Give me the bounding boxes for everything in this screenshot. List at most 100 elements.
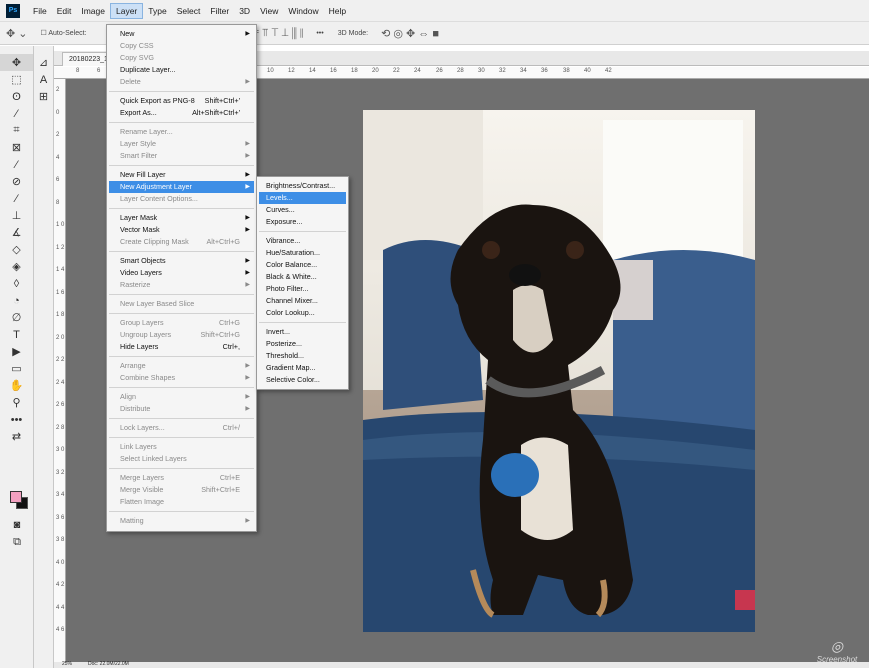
move-tool-preset-icon[interactable]: ✥ ⌄ bbox=[6, 27, 28, 40]
menu-type[interactable]: Type bbox=[143, 3, 171, 19]
more-tools-icon[interactable]: ••• bbox=[0, 411, 33, 428]
menu-item-ungroup-layers[interactable]: Ungroup Layers Shift+Ctrl+G bbox=[109, 329, 254, 341]
screen-mode-icon[interactable]: ⧉ bbox=[0, 534, 34, 551]
menu-window[interactable]: Window bbox=[283, 3, 323, 19]
ruler-tick-label: 3 0 bbox=[56, 447, 65, 453]
magic-wand-icon[interactable]: ⁄ bbox=[0, 105, 33, 122]
menu-item-merge-visible[interactable]: Merge Visible Shift+Ctrl+E bbox=[109, 484, 254, 496]
menu-item-video-layers[interactable]: Video Layers ▶ bbox=[109, 267, 254, 279]
blur-icon[interactable]: ◊ bbox=[0, 275, 33, 292]
zoom-icon[interactable]: ⚲ bbox=[0, 394, 33, 411]
eraser-icon[interactable]: ◇ bbox=[0, 241, 33, 258]
foreground-color-swatch[interactable] bbox=[10, 491, 22, 503]
menu-item-new-layer-based-slice[interactable]: New Layer Based Slice bbox=[109, 298, 254, 310]
menu-item-rename-layer[interactable]: Rename Layer... bbox=[109, 126, 254, 138]
menu-item-link-layers[interactable]: Link Layers bbox=[109, 441, 254, 453]
artboard-icon[interactable]: ⊿ bbox=[34, 54, 53, 71]
dodge-icon[interactable]: ◔ bbox=[0, 292, 33, 309]
submenu-item-photo-filter[interactable]: Photo Filter... bbox=[259, 283, 346, 295]
submenu-item-exposure[interactable]: Exposure... bbox=[259, 216, 346, 228]
menu-item-rasterize[interactable]: Rasterize ▶ bbox=[109, 279, 254, 291]
submenu-item-invert[interactable]: Invert... bbox=[259, 326, 346, 338]
text-icon[interactable]: A bbox=[34, 71, 53, 88]
submenu-item-gradient-map[interactable]: Gradient Map... bbox=[259, 362, 346, 374]
submenu-item-curves[interactable]: Curves... bbox=[259, 204, 346, 216]
menu-item-combine-shapes[interactable]: Combine Shapes ▶ bbox=[109, 372, 254, 384]
menu-item-new-adjustment-layer[interactable]: New Adjustment Layer ▶ bbox=[109, 181, 254, 193]
lasso-icon[interactable]: ʘ bbox=[0, 88, 33, 105]
menu-file[interactable]: File bbox=[28, 3, 52, 19]
submenu-item-vibrance[interactable]: Vibrance... bbox=[259, 235, 346, 247]
menu-item-hide-layers[interactable]: Hide Layers Ctrl+, bbox=[109, 341, 254, 353]
menu-item-smart-filter[interactable]: Smart Filter ▶ bbox=[109, 150, 254, 162]
marquee-icon[interactable]: ⬚ bbox=[0, 71, 33, 88]
menu-item-label: Merge Visible bbox=[120, 485, 164, 494]
menu-filter[interactable]: Filter bbox=[205, 3, 234, 19]
menu-item-matting[interactable]: Matting ▶ bbox=[109, 515, 254, 527]
menu-item-copy-svg[interactable]: Copy SVG bbox=[109, 52, 254, 64]
clone-stamp-icon[interactable]: ⊥ bbox=[0, 207, 33, 224]
frame-tool-icon[interactable]: ⊠ bbox=[0, 139, 33, 156]
menu-item-align[interactable]: Align ▶ bbox=[109, 391, 254, 403]
menu-item-label: Video Layers bbox=[120, 268, 162, 277]
swap-colors-icon[interactable]: ⇄ bbox=[0, 428, 33, 445]
menu-item-arrange[interactable]: Arrange ▶ bbox=[109, 360, 254, 372]
submenu-item-selective-color[interactable]: Selective Color... bbox=[259, 374, 346, 386]
submenu-item-black-white[interactable]: Black & White... bbox=[259, 271, 346, 283]
photoshop-logo-icon[interactable]: Ps bbox=[6, 3, 20, 18]
menu-item-create-clipping-mask[interactable]: Create Clipping Mask Alt+Ctrl+G bbox=[109, 236, 254, 248]
menu-item-group-layers[interactable]: Group Layers Ctrl+G bbox=[109, 317, 254, 329]
menu-select[interactable]: Select bbox=[172, 3, 206, 19]
menu-item-new[interactable]: New ▶ bbox=[109, 28, 254, 40]
submenu-item-color-lookup[interactable]: Color Lookup... bbox=[259, 307, 346, 319]
menu-item-vector-mask[interactable]: Vector Mask ▶ bbox=[109, 224, 254, 236]
menu-item-quick-export-as-png-8[interactable]: Quick Export as PNG-8 Shift+Ctrl+' bbox=[109, 95, 254, 107]
submenu-item-brightness-contrast[interactable]: Brightness/Contrast... bbox=[259, 180, 346, 192]
history-brush-icon[interactable]: ∡ bbox=[0, 224, 33, 241]
menu-item-shortcut: Alt+Ctrl+G bbox=[206, 237, 240, 246]
menu-item-distribute[interactable]: Distribute ▶ bbox=[109, 403, 254, 415]
quick-mask-icon[interactable]: ◙ bbox=[0, 516, 34, 533]
menu-item-merge-layers[interactable]: Merge Layers Ctrl+E bbox=[109, 472, 254, 484]
healing-brush-icon[interactable]: ⊘ bbox=[0, 173, 33, 190]
menu-item-layer-mask[interactable]: Layer Mask ▶ bbox=[109, 212, 254, 224]
menu-layer[interactable]: Layer bbox=[109, 2, 144, 19]
menu-item-delete[interactable]: Delete ▶ bbox=[109, 76, 254, 88]
menu-view[interactable]: View bbox=[255, 3, 283, 19]
submenu-item-hue-saturation[interactable]: Hue/Saturation... bbox=[259, 247, 346, 259]
3d-tool-icons[interactable]: ⟲ ◎ ✥ ⇔ ■ bbox=[381, 27, 439, 40]
submenu-item-threshold[interactable]: Threshold... bbox=[259, 350, 346, 362]
menu-help[interactable]: Help bbox=[324, 3, 351, 19]
more-options-button[interactable]: ••• bbox=[316, 30, 323, 37]
menu-item-flatten-image[interactable]: Flatten Image bbox=[109, 496, 254, 508]
submenu-item-posterize[interactable]: Posterize... bbox=[259, 338, 346, 350]
menu-item-layer-style[interactable]: Layer Style ▶ bbox=[109, 138, 254, 150]
hand-icon[interactable]: ✋ bbox=[0, 377, 33, 394]
pen-icon[interactable]: ∅ bbox=[0, 309, 33, 326]
menu-item-select-linked-layers[interactable]: Select Linked Layers bbox=[109, 453, 254, 465]
menu-item-new-fill-layer[interactable]: New Fill Layer ▶ bbox=[109, 169, 254, 181]
eyedropper-icon[interactable]: ⁄ bbox=[0, 156, 33, 173]
menu-item-lock-layers[interactable]: Lock Layers... Ctrl+/ bbox=[109, 422, 254, 434]
frame-icon[interactable]: ⊞ bbox=[34, 88, 53, 105]
gradient-icon[interactable]: ◈ bbox=[0, 258, 33, 275]
menu-item-export-as[interactable]: Export As... Alt+Shift+Ctrl+' bbox=[109, 107, 254, 119]
zoom-level[interactable]: 25% bbox=[62, 661, 72, 667]
submenu-item-color-balance[interactable]: Color Balance... bbox=[259, 259, 346, 271]
path-selection-icon[interactable]: ▶ bbox=[0, 343, 33, 360]
menu-item-layer-content-options[interactable]: Layer Content Options... bbox=[109, 193, 254, 205]
type-icon[interactable]: T bbox=[0, 326, 33, 343]
submenu-item-channel-mixer[interactable]: Channel Mixer... bbox=[259, 295, 346, 307]
menu-image[interactable]: Image bbox=[76, 3, 110, 19]
auto-select-checkbox[interactable]: ☐ Auto-Select: bbox=[41, 29, 87, 37]
menu-item-copy-css[interactable]: Copy CSS bbox=[109, 40, 254, 52]
brush-icon[interactable]: ∕ bbox=[0, 190, 33, 207]
menu-item-duplicate-layer[interactable]: Duplicate Layer... bbox=[109, 64, 254, 76]
crop-icon[interactable]: ⌗ bbox=[0, 122, 33, 139]
rectangle-icon[interactable]: ▭ bbox=[0, 360, 33, 377]
move-icon[interactable]: ✥ bbox=[0, 54, 33, 71]
menu-3d[interactable]: 3D bbox=[234, 3, 255, 19]
submenu-item-levels[interactable]: Levels... bbox=[259, 192, 346, 204]
menu-item-smart-objects[interactable]: Smart Objects ▶ bbox=[109, 255, 254, 267]
menu-edit[interactable]: Edit bbox=[52, 3, 77, 19]
